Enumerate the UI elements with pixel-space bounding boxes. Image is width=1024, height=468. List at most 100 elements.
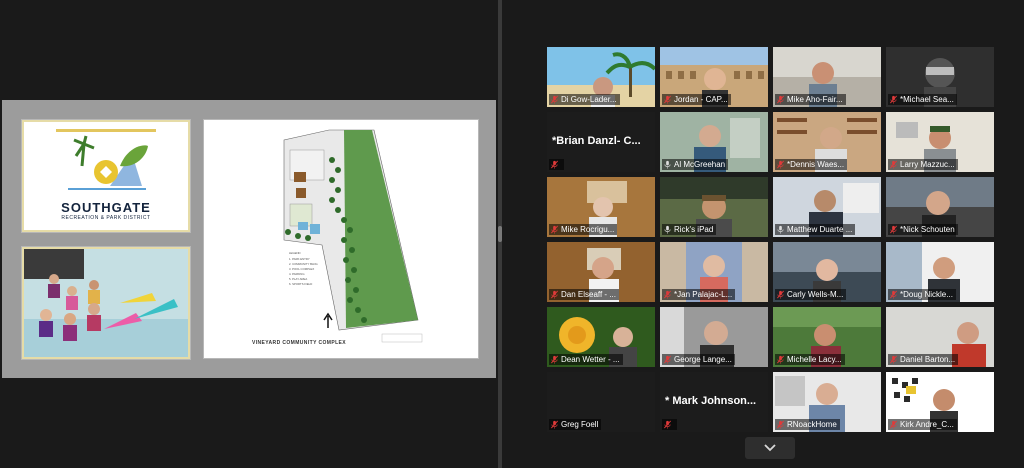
participant-nameplate: Greg Foell [549, 419, 602, 430]
participant-name: Mike Rocrigu... [561, 225, 615, 234]
mic-muted-icon [551, 420, 558, 429]
participant-name: Jordan - CAP... [674, 95, 728, 104]
participant-name: Larry Mazzuc... [900, 160, 955, 169]
mic-muted-icon [551, 290, 558, 299]
participant-tile[interactable]: *Michael Sea... [886, 47, 994, 107]
logo-title: SOUTHGATE [61, 200, 151, 215]
participant-name: *Michael Sea... [900, 95, 954, 104]
participant-tile[interactable]: *Dennis Waes... [773, 112, 881, 172]
mic-muted-icon [777, 290, 784, 299]
participant-nameplate: *Jan Palajac-L... [662, 289, 736, 300]
participant-name: Al McGreehan [674, 160, 726, 169]
participant-nameplate: Rick's iPad [662, 224, 717, 235]
mic-muted-icon [777, 355, 784, 364]
svg-text:2. COMMUNITY BLDG: 2. COMMUNITY BLDG [289, 262, 318, 266]
shared-slide: SOUTHGATE RECREATION & PARK DISTRICT LEG… [2, 100, 496, 378]
mic-muted-icon [890, 160, 897, 169]
mic-icon [777, 225, 784, 234]
participant-name: *Dennis Waes... [787, 160, 845, 169]
participant-nameplate [549, 159, 564, 170]
svg-text:LEGEND: LEGEND [289, 251, 301, 255]
participant-name: RNoackHome [787, 420, 837, 429]
mic-muted-icon [890, 290, 897, 299]
chevron-down-icon [764, 444, 776, 452]
participant-nameplate: Mike Aho-Fair... [775, 94, 846, 105]
shared-screen-pane: SOUTHGATE RECREATION & PARK DISTRICT LEG… [0, 0, 498, 468]
site-plan-card: LEGEND 1. PARK ENTRY 2. COMMUNITY BLDG 3… [204, 120, 478, 358]
mic-muted-icon [890, 225, 897, 234]
participant-tile[interactable]: Mike Rocrigu... [547, 177, 655, 237]
participant-tile[interactable]: RNoackHome [773, 372, 881, 432]
pool-kids-photo [24, 249, 188, 357]
participant-name: Matthew Duarte ... [787, 225, 853, 234]
participant-nameplate: *Nick Schouten [888, 224, 958, 235]
logo-subtitle: RECREATION & PARK DISTRICT [61, 215, 151, 221]
participant-tile[interactable]: *Nick Schouten [886, 177, 994, 237]
participant-display-name: *Brian Danzl- C... [552, 135, 641, 147]
participant-nameplate [662, 419, 677, 430]
participant-tile[interactable]: Di Gow-Lader... [547, 47, 655, 107]
mic-muted-icon [890, 95, 897, 104]
participant-name: Greg Foell [561, 420, 599, 429]
participant-tile[interactable]: Mike Aho-Fair... [773, 47, 881, 107]
participant-tile[interactable]: Michelle Lacy... [773, 307, 881, 367]
svg-text:1. PARK ENTRY: 1. PARK ENTRY [289, 257, 310, 261]
pool-photo-card [22, 247, 190, 359]
site-plan-caption: VINEYARD COMMUNITY COMPLEX [252, 340, 347, 346]
participant-nameplate: Matthew Duarte ... [775, 224, 856, 235]
participant-name: Rick's iPad [674, 225, 714, 234]
participant-nameplate: Dan Elseaff - ... [549, 289, 619, 300]
participant-name: George Lange... [674, 355, 732, 364]
participant-name: Di Gow-Lader... [561, 95, 617, 104]
participant-tile[interactable]: *Doug Nickle... [886, 242, 994, 302]
participant-nameplate: Al McGreehan [662, 159, 729, 170]
participant-tile[interactable]: * Mark Johnson... [660, 372, 768, 432]
participant-tile[interactable]: Dean Wetter - ... [547, 307, 655, 367]
mic-muted-icon [777, 420, 784, 429]
participant-tile[interactable]: Al McGreehan [660, 112, 768, 172]
mic-muted-icon [664, 95, 671, 104]
participant-tile[interactable]: Jordan - CAP... [660, 47, 768, 107]
participant-tile[interactable]: Rick's iPad [660, 177, 768, 237]
participant-nameplate: *Michael Sea... [888, 94, 957, 105]
mic-muted-icon [551, 95, 558, 104]
participant-name: Dean Wetter - ... [561, 355, 620, 364]
participant-tile[interactable]: *Jan Palajac-L... [660, 242, 768, 302]
participant-nameplate: Mike Rocrigu... [549, 224, 618, 235]
participant-tile[interactable]: *Brian Danzl- C... [547, 112, 655, 172]
participant-nameplate: Daniel Barton... [888, 354, 959, 365]
participant-name: Dan Elseaff - ... [561, 290, 616, 299]
participant-name: Daniel Barton... [900, 355, 956, 364]
site-plan-drawing: LEGEND 1. PARK ENTRY 2. COMMUNITY BLDG 3… [283, 129, 423, 343]
participant-nameplate: George Lange... [662, 354, 735, 365]
svg-text:3. POOL COMPLEX: 3. POOL COMPLEX [289, 267, 314, 271]
participant-tile[interactable]: Greg Foell [547, 372, 655, 432]
participant-nameplate: Michelle Lacy... [775, 354, 845, 365]
mic-muted-icon [890, 420, 897, 429]
mic-icon [664, 225, 671, 234]
mic-muted-icon [551, 355, 558, 364]
participant-nameplate: Kirk Andre_C... [888, 419, 957, 430]
mic-muted-icon [890, 355, 897, 364]
participant-tile[interactable]: Larry Mazzuc... [886, 112, 994, 172]
mic-icon [664, 160, 671, 169]
mic-muted-icon [777, 160, 784, 169]
participant-nameplate: Carly Wells-M... [775, 289, 847, 300]
participant-name: Carly Wells-M... [787, 290, 844, 299]
participant-tile[interactable]: Dan Elseaff - ... [547, 242, 655, 302]
participant-name: Kirk Andre_C... [900, 420, 954, 429]
participant-tile[interactable]: Kirk Andre_C... [886, 372, 994, 432]
participant-name: *Doug Nickle... [900, 290, 953, 299]
participant-tile[interactable]: Carly Wells-M... [773, 242, 881, 302]
participant-tile[interactable]: George Lange... [660, 307, 768, 367]
scroll-down-button[interactable] [745, 437, 795, 459]
svg-text:4. PARKING: 4. PARKING [289, 272, 305, 276]
participant-tile[interactable]: Daniel Barton... [886, 307, 994, 367]
svg-text:6. SPORTS FIELD: 6. SPORTS FIELD [289, 282, 312, 286]
mic-muted-icon [664, 420, 671, 429]
participant-tile[interactable]: Matthew Duarte ... [773, 177, 881, 237]
svg-text:5. PLAY AREA: 5. PLAY AREA [289, 277, 307, 281]
southgate-logo-card: SOUTHGATE RECREATION & PARK DISTRICT [22, 120, 190, 232]
participant-nameplate: Larry Mazzuc... [888, 159, 958, 170]
participant-nameplate: Jordan - CAP... [662, 94, 731, 105]
